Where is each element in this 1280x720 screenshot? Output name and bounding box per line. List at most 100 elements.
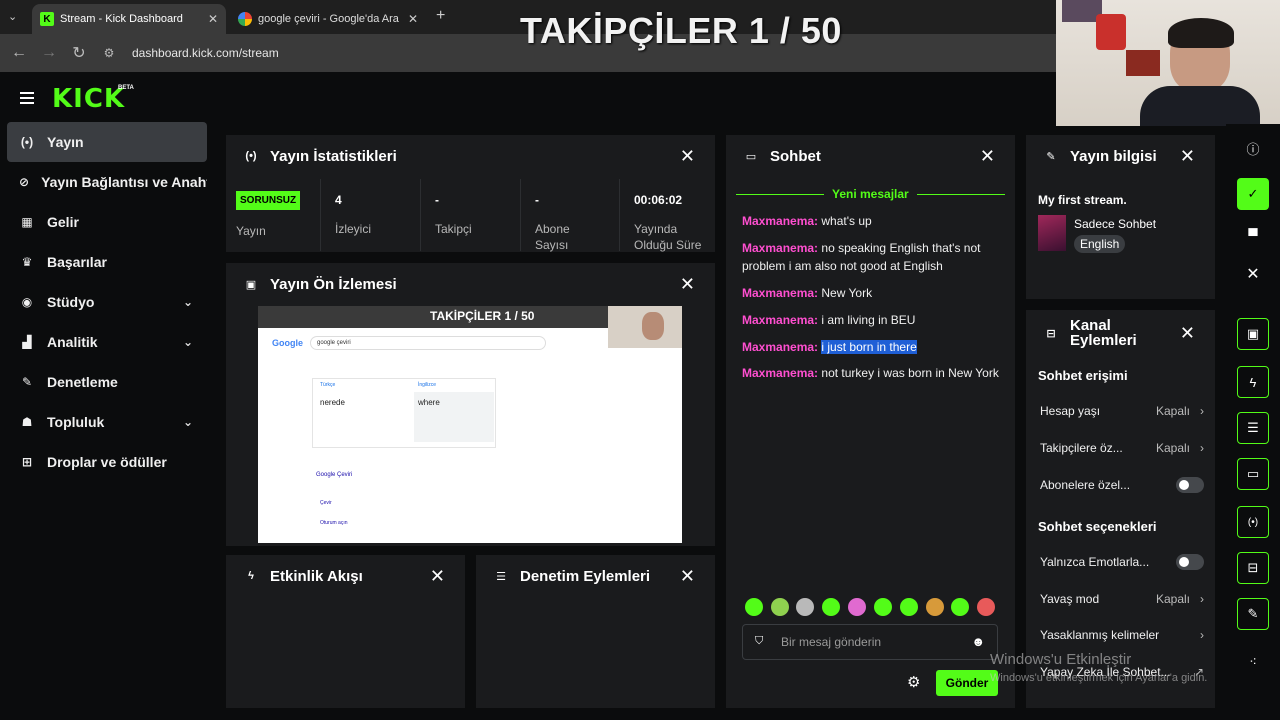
check-icon[interactable]: ✓ — [1237, 178, 1269, 210]
send-button[interactable]: Gönder — [936, 670, 998, 696]
close-icon[interactable]: ✕ — [1237, 258, 1269, 290]
sidebar-item-drops[interactable]: ⊞ Droplar ve ödüller — [7, 442, 207, 482]
close-icon[interactable]: ✕ — [408, 12, 418, 26]
followers-overlay: TAKİPÇİLER 1 / 50 — [520, 10, 842, 51]
sidebar-item-revenue[interactable]: ▦ Gelir — [7, 202, 207, 242]
windows-activation-subtitle: Windows'u etkinleştirmek için Ayarlar'a … — [990, 672, 1208, 684]
person-hair — [1168, 18, 1234, 48]
broadcast-icon[interactable]: (•) — [1237, 506, 1269, 538]
chat-input[interactable]: ⛉ Bir mesaj gönderin ☻ — [742, 624, 998, 660]
reload-icon[interactable]: ↻ — [64, 43, 94, 63]
banned-words-setting[interactable]: Yasaklanmış kelimeler › — [1040, 628, 1204, 642]
followers-only-setting[interactable]: Takipçilere öz... Kapalı › — [1040, 441, 1204, 455]
kick-logo[interactable]: KICK — [52, 84, 125, 114]
stream-stats-panel: (•) Yayın İstatistikleri ✕ SORUNSUZ Yayı… — [226, 135, 715, 252]
chat-message: Maxmanema: what's up — [742, 214, 872, 228]
sidebar-item-moderation[interactable]: ✎ Denetleme — [7, 362, 207, 402]
sidebar-item-community[interactable]: ☗ Topluluk ⌄ — [7, 402, 207, 442]
community-icon: ☗ — [21, 415, 33, 429]
preview-search-box: google çeviri — [310, 336, 546, 350]
slow-mode-setting[interactable]: Yavaş mod Kapalı › — [1040, 592, 1204, 606]
emote-icon[interactable] — [951, 598, 969, 616]
more-icon[interactable]: ⁖ — [1237, 646, 1269, 678]
setting-label: Yavaş mod — [1040, 592, 1100, 606]
status-badge: SORUNSUZ — [236, 191, 301, 210]
close-icon[interactable]: ✕ — [680, 146, 695, 167]
chat-message: Maxmanema: i am living in BEU — [742, 313, 916, 327]
close-icon[interactable]: ✕ — [1180, 323, 1195, 344]
chat-username[interactable]: Maxmanema — [742, 313, 814, 327]
setting-label: Yalnızca Emotlarla... — [1040, 555, 1150, 569]
wrench-icon: ✎ — [1046, 150, 1056, 163]
sidebar-item-label: Yayın — [47, 134, 84, 150]
chat-username[interactable]: Maxmanema — [742, 241, 814, 255]
lightning-icon: ϟ — [248, 570, 254, 582]
emotes-only-toggle[interactable] — [1176, 554, 1204, 570]
list-icon[interactable]: ☰ — [1237, 412, 1269, 444]
tab-google-search[interactable]: google çeviri - Google'da Ara ✕ — [230, 4, 426, 34]
subscribers-only-toggle[interactable] — [1176, 477, 1204, 493]
close-icon[interactable]: ✕ — [980, 146, 995, 167]
emoji-icon[interactable]: ☻ — [971, 634, 985, 649]
url-input[interactable]: dashboard.kick.com/stream — [132, 46, 279, 60]
emote-icon[interactable] — [874, 598, 892, 616]
category-name[interactable]: Sadece Sohbet — [1074, 217, 1156, 231]
chat-username[interactable]: Maxmanema — [742, 340, 814, 354]
close-icon[interactable]: ✕ — [1180, 146, 1195, 167]
sidebar-item-analytics[interactable]: ▟ Analitik ⌄ — [7, 322, 207, 362]
stat-value: 00:06:02 — [634, 193, 683, 207]
broadcast-icon: (•) — [245, 150, 257, 162]
tab-kick-dashboard[interactable]: K Stream - Kick Dashboard ✕ — [32, 4, 226, 34]
close-icon[interactable]: ✕ — [680, 566, 695, 587]
chat-message: Maxmanema: not turkey i was born in New … — [742, 366, 999, 380]
sidebar-item-stream-key[interactable]: ⊘ Yayın Bağlantısı ve Anahtarı — [7, 162, 207, 202]
subscribers-only-setting: Abonelere özel... — [1040, 477, 1204, 493]
chat-icon[interactable]: ▭ — [1237, 458, 1269, 490]
kick-header: KICK BETA — [0, 72, 1056, 124]
kick-favicon-icon: K — [40, 12, 54, 26]
chat-panel: ▭ Sohbet ✕ Yeni mesajlar Maxmanema: what… — [726, 135, 1015, 708]
menu-icon[interactable] — [20, 92, 34, 104]
chevron-down-icon: ⌄ — [182, 415, 193, 429]
setting-value: Kapalı — [1155, 441, 1190, 455]
emote-icon[interactable] — [977, 598, 995, 616]
new-tab-button[interactable]: + — [436, 7, 445, 25]
emote-icon[interactable] — [745, 598, 763, 616]
chat-settings-icon[interactable]: ⚙ — [907, 673, 920, 691]
sidebar-item-yayin[interactable]: (•) Yayın — [7, 122, 207, 162]
emote-icon[interactable] — [822, 598, 840, 616]
forward-icon[interactable]: → — [34, 44, 64, 62]
close-icon[interactable]: ✕ — [430, 566, 445, 587]
chevron-right-icon: › — [1200, 441, 1204, 455]
preview-toggle-icon[interactable]: ▣ — [1237, 318, 1269, 350]
chat-username[interactable]: Maxmanema — [742, 286, 814, 300]
preview-video[interactable]: TAKİPÇİLER 1 / 50 Google google çeviri T… — [258, 306, 682, 543]
sidebar-item-label: Stüdyo — [47, 294, 95, 310]
close-icon[interactable]: ✕ — [680, 274, 695, 295]
account-age-setting[interactable]: Hesap yaşı Kapalı › — [1040, 404, 1204, 418]
sidebar-item-achievements[interactable]: ♛ Başarılar — [7, 242, 207, 282]
chat-username[interactable]: Maxmanema — [742, 366, 814, 380]
info-icon[interactable]: ⓘ — [1237, 132, 1269, 164]
emote-icon[interactable] — [771, 598, 789, 616]
panel-title: Yayın bilgisi — [1070, 147, 1157, 165]
channel-actions-icon[interactable]: ⊟ — [1237, 552, 1269, 584]
sidebar-item-label: Başarılar — [47, 254, 107, 270]
emote-icon[interactable] — [926, 598, 944, 616]
site-settings-icon[interactable]: ⚙ — [94, 46, 124, 60]
panel-header: ▣ Yayın Ön İzlemesi ✕ — [226, 263, 715, 305]
chat-options-heading: Sohbet seçenekleri — [1038, 519, 1157, 534]
sidebar-item-studio[interactable]: ◉ Stüdyo ⌄ — [7, 282, 207, 322]
layout-icon[interactable]: ▀ — [1237, 219, 1269, 251]
chevron-right-icon: › — [1200, 628, 1204, 642]
emote-icon[interactable] — [796, 598, 814, 616]
back-icon[interactable]: ← — [4, 44, 34, 62]
chat-text: not turkey i was born in New York — [821, 366, 999, 380]
emote-icon[interactable] — [900, 598, 918, 616]
wrench-icon[interactable]: ✎ — [1237, 598, 1269, 630]
close-icon[interactable]: ✕ — [208, 12, 218, 26]
emote-icon[interactable] — [848, 598, 866, 616]
lightning-icon[interactable]: ϟ — [1237, 366, 1269, 398]
chat-username[interactable]: Maxmanema — [742, 214, 814, 228]
tab-list-chevron-icon[interactable]: ⌄ — [8, 10, 17, 23]
